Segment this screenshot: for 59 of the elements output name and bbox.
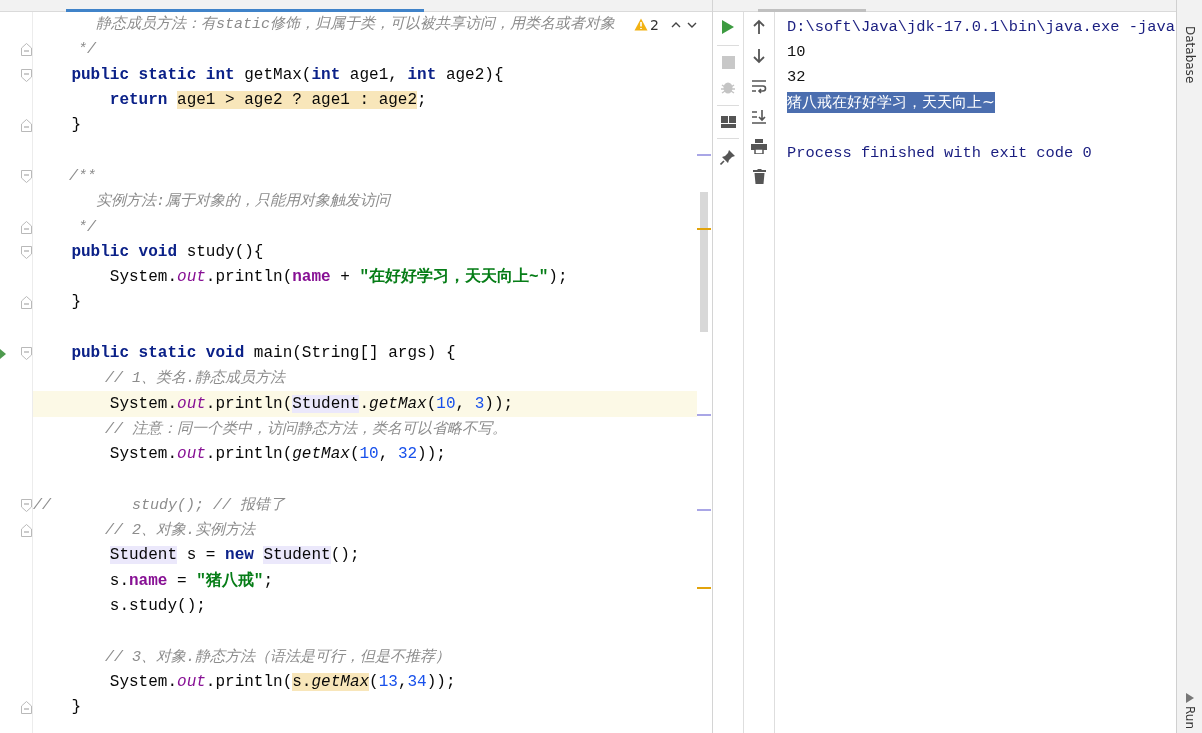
stop-icon[interactable]: [721, 56, 735, 69]
console-line: 10: [787, 42, 806, 61]
soft-wrap-icon[interactable]: [751, 79, 767, 94]
console-line: Process finished with exit code 0: [787, 144, 1092, 163]
code-line: s.study();: [108, 595, 206, 617]
fold-icon[interactable]: [21, 220, 32, 234]
fold-icon[interactable]: [21, 245, 32, 259]
up-icon[interactable]: [671, 20, 681, 29]
fold-icon[interactable]: [21, 296, 32, 310]
run-icon[interactable]: [721, 19, 735, 35]
fold-icon[interactable]: [21, 701, 32, 715]
code-line: // 1、类名.静态成员方法: [104, 368, 286, 390]
print-icon[interactable]: [751, 139, 767, 154]
console-line: D:\soft\Java\jdk-17.0.1\bin\java.exe -java: [787, 17, 1175, 36]
warning-count: 2: [650, 16, 659, 33]
code-editor[interactable]: [0, 0, 713, 733]
code-line: Student s = new Student();: [108, 545, 360, 567]
code-line: System.out.println(getMax(10, 32));: [108, 444, 446, 466]
fold-icon[interactable]: [21, 347, 32, 360]
code-line: }: [70, 292, 81, 314]
code-line: System.out.println(name + "在好好学习，天天向上~");: [108, 266, 568, 289]
code-line: System.out.println(Student.getMax(10, 3));: [108, 393, 514, 415]
code-line: public static void main(String[] args) {: [70, 343, 456, 364]
code-line: // study(); // 报错了: [33, 495, 286, 516]
code-line: /**: [68, 166, 96, 187]
side-tab[interactable]: Run: [1182, 693, 1197, 733]
code-line: */: [77, 217, 96, 238]
console-line: 32: [787, 68, 806, 87]
code-line: // 3、对象.静态方法（语法是可行，但是不推荐）: [104, 647, 451, 668]
down-arrow-icon[interactable]: [753, 49, 765, 64]
fold-icon[interactable]: [21, 43, 32, 57]
console-output[interactable]: D:\soft\Java\jdk-17.0.1\bin\java.exe -java 10 32 猪八戒在好好学习，天天向上~ Process finished with exit code 0: [775, 12, 1176, 733]
pin-icon[interactable]: [720, 149, 736, 165]
code-line: }: [70, 115, 81, 137]
run-icon: [1185, 693, 1194, 703]
fold-icon[interactable]: [21, 119, 32, 133]
code-line: public static int getMax(int age1, int age2){: [70, 64, 504, 86]
scrollbar-thumb[interactable]: [700, 192, 708, 332]
down-icon[interactable]: [687, 20, 697, 29]
fold-icon[interactable]: [21, 524, 32, 538]
code-line: // 2、对象.实例方法: [104, 520, 256, 542]
run-icon[interactable]: [0, 348, 6, 359]
warning-icon[interactable]: [634, 18, 649, 32]
layout-icon[interactable]: [720, 116, 736, 128]
code-line: }: [70, 697, 81, 719]
fold-icon[interactable]: [21, 498, 32, 512]
trash-icon[interactable]: [752, 169, 766, 184]
code-line: s.name = "猪八戒";: [108, 570, 274, 592]
up-arrow-icon[interactable]: [753, 19, 765, 34]
code-line: public void study(){: [70, 241, 264, 263]
code-line: System.out.println(s.getMax(13,34));: [108, 671, 456, 693]
code-line: 实例方法:属于对象的，只能用对象触发访问: [95, 191, 390, 213]
code-line: */: [77, 40, 96, 61]
code-line: // 注意：同一个类中，访问静态方法，类名可以省略不写。: [104, 419, 508, 440]
fold-icon[interactable]: [21, 169, 32, 183]
side-tab[interactable]: Database: [1182, 26, 1197, 88]
scroll-to-end-icon[interactable]: [751, 109, 767, 124]
code-line: 静态成员方法：有static修饰，归属于类，可以被共享访问，用类名或者对象: [95, 14, 616, 36]
fold-icon[interactable]: [21, 68, 32, 82]
